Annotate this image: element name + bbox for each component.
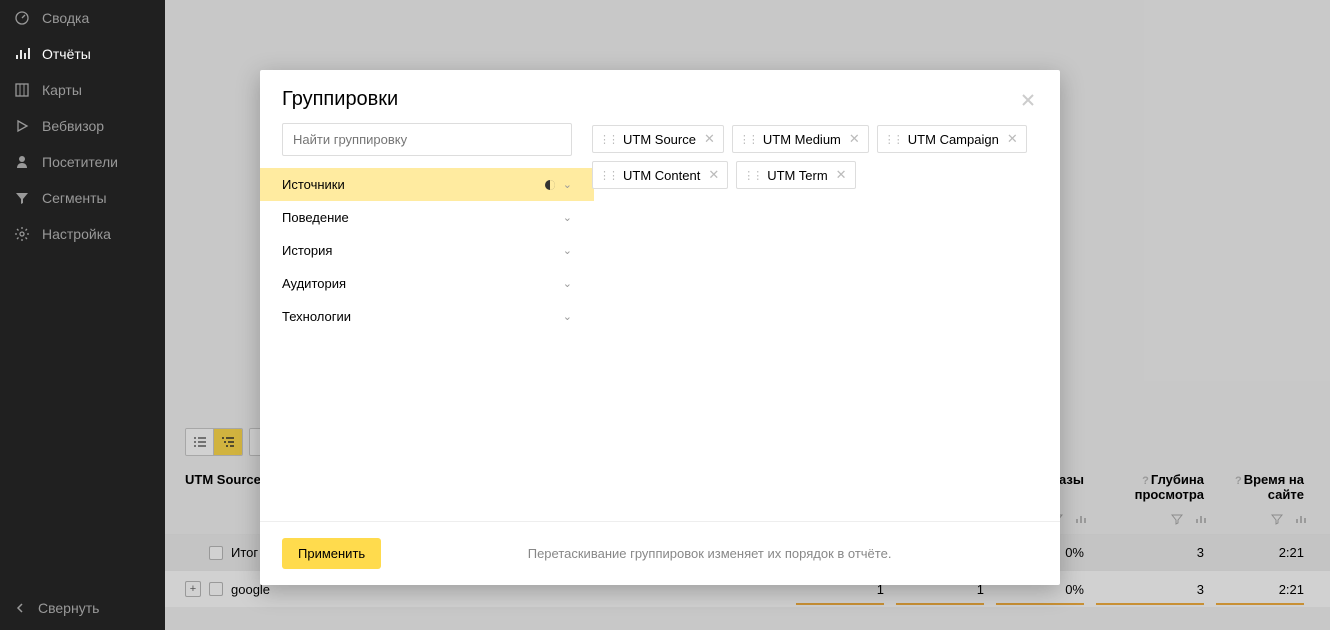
modal-body: Источники⌄Поведение⌄История⌄Аудитория⌄Те… (260, 123, 1060, 521)
selected-tags: ⋮⋮ UTM Source ✕ ⋮⋮ UTM Medium ✕ ⋮⋮ UTM Campaign… (592, 125, 1038, 189)
chevron-down-icon: ⌄ (563, 277, 572, 290)
groupings-modal: Группировки Источники ⌄ Поведение ⌄ История ⌄… (260, 70, 1060, 585)
gear-icon (14, 226, 30, 242)
sidebar-item-gear[interactable]: Настройка (0, 216, 165, 252)
category-label: Аудитория (282, 276, 346, 291)
category-label: Поведение (282, 210, 349, 225)
modal-header: Группировки (260, 70, 1060, 123)
tag-label: UTM Campaign (908, 132, 999, 147)
chevron-down-icon: ⌄ (563, 310, 572, 323)
dashboard-icon (14, 10, 30, 26)
partial-indicator-icon (545, 180, 555, 190)
sidebar-item-label: Настройка (42, 226, 111, 242)
tag-remove-button[interactable]: ✕ (1005, 131, 1020, 147)
close-icon (1021, 93, 1035, 107)
drag-handle-icon[interactable]: ⋮⋮ (743, 169, 761, 182)
grouping-tag[interactable]: ⋮⋮ UTM Campaign ✕ (877, 125, 1027, 153)
category-item[interactable]: История ⌄ (260, 234, 594, 267)
sidebar-collapse-button[interactable]: Свернуть (0, 586, 165, 630)
drag-handle-icon[interactable]: ⋮⋮ (599, 133, 617, 146)
sidebar-item-bars[interactable]: Отчёты (0, 36, 165, 72)
chevron-down-icon: ⌄ (563, 244, 572, 257)
sidebar-item-label: Вебвизор (42, 118, 104, 134)
chevron-left-icon (14, 602, 26, 614)
sidebar-item-label: Посетители (42, 154, 118, 170)
drag-handle-icon[interactable]: ⋮⋮ (884, 133, 902, 146)
right-panel: ⋮⋮ UTM Source ✕ ⋮⋮ UTM Medium ✕ ⋮⋮ UTM Campaign… (592, 123, 1038, 521)
category-label: История (282, 243, 332, 258)
category-label: Технологии (282, 309, 351, 324)
category-list: Источники ⌄ Поведение ⌄ История ⌄ Аудитория ⌄ Те… (282, 168, 572, 333)
apply-button[interactable]: Применить (282, 538, 381, 569)
close-button[interactable] (1018, 90, 1038, 110)
tag-remove-button[interactable]: ✕ (847, 131, 862, 147)
grouping-tag[interactable]: ⋮⋮ UTM Term ✕ (736, 161, 855, 189)
chevron-down-icon: ⌄ (563, 211, 572, 224)
sidebar-item-label: Сегменты (42, 190, 107, 206)
sidebar-item-user[interactable]: Посетители (0, 144, 165, 180)
sidebar-item-map[interactable]: Карты (0, 72, 165, 108)
sidebar-item-play[interactable]: Вебвизор (0, 108, 165, 144)
sidebar-item-label: Отчёты (42, 46, 91, 62)
category-item[interactable]: Технологии ⌄ (260, 300, 594, 333)
sidebar-item-dashboard[interactable]: Сводка (0, 0, 165, 36)
drag-handle-icon[interactable]: ⋮⋮ (739, 133, 757, 146)
category-label: Источники (282, 177, 345, 192)
play-icon (14, 118, 30, 134)
left-panel: Источники ⌄ Поведение ⌄ История ⌄ Аудитория ⌄ Те… (282, 123, 572, 521)
category-item[interactable]: Поведение ⌄ (260, 201, 594, 234)
filter-icon (14, 190, 30, 206)
tag-label: UTM Content (623, 168, 700, 183)
modal-footer: Применить Перетаскивание группировок изм… (260, 521, 1060, 585)
category-item[interactable]: Источники ⌄ (260, 168, 594, 201)
sidebar-item-filter[interactable]: Сегменты (0, 180, 165, 216)
tag-remove-button[interactable]: ✕ (702, 131, 717, 147)
map-icon (14, 82, 30, 98)
modal-title: Группировки (282, 88, 398, 111)
tag-label: UTM Medium (763, 132, 841, 147)
sidebar-item-label: Карты (42, 82, 82, 98)
footer-hint: Перетаскивание группировок изменяет их п… (381, 546, 1038, 561)
grouping-tag[interactable]: ⋮⋮ UTM Content ✕ (592, 161, 728, 189)
search-input[interactable] (282, 123, 572, 156)
chevron-down-icon: ⌄ (563, 178, 572, 191)
user-icon (14, 154, 30, 170)
grouping-tag[interactable]: ⋮⋮ UTM Source ✕ (592, 125, 724, 153)
sidebar-item-label: Сводка (42, 10, 89, 26)
grouping-tag[interactable]: ⋮⋮ UTM Medium ✕ (732, 125, 869, 153)
tag-label: UTM Term (767, 168, 827, 183)
category-item[interactable]: Аудитория ⌄ (260, 267, 594, 300)
tag-label: UTM Source (623, 132, 696, 147)
sidebar-collapse-label: Свернуть (38, 600, 99, 616)
tag-remove-button[interactable]: ✕ (706, 167, 721, 183)
drag-handle-icon[interactable]: ⋮⋮ (599, 169, 617, 182)
sidebar: Сводка Отчёты Карты Вебвизор Посетители Сегме… (0, 0, 165, 630)
bars-icon (14, 46, 30, 62)
tag-remove-button[interactable]: ✕ (834, 167, 849, 183)
